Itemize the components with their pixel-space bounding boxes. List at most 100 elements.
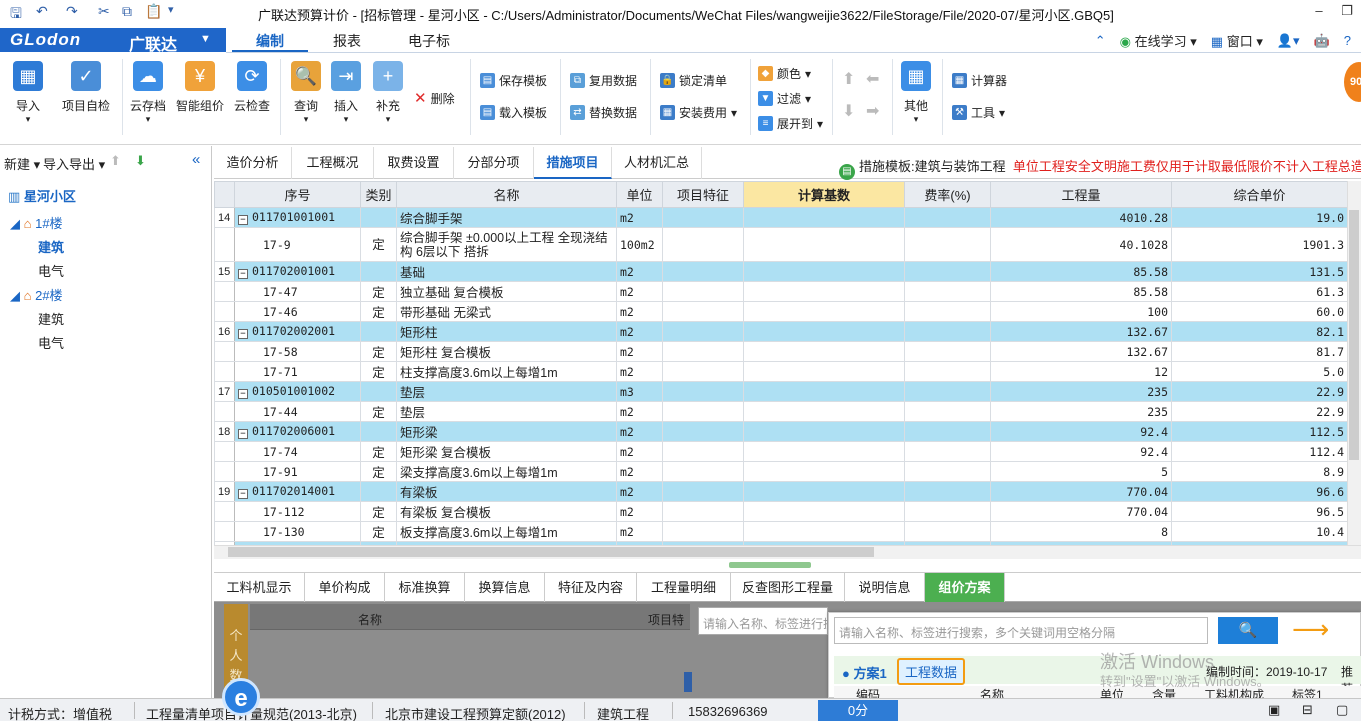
collapse-ribbon-icon[interactable]: ⌃ xyxy=(1095,33,1106,49)
cell-calc-base[interactable] xyxy=(743,321,905,342)
view-icon-3[interactable]: ▢ xyxy=(1336,702,1348,718)
cell-price[interactable]: 1901.3 xyxy=(1171,227,1347,262)
cell-name[interactable]: 矩形柱 xyxy=(396,321,617,342)
cloud-save-button[interactable]: ☁ 云存档 ▾ xyxy=(128,61,168,125)
view-icon-1[interactable]: ▣ xyxy=(1268,702,1280,718)
insert-button[interactable]: ⇥ 插入 ▾ xyxy=(328,61,364,125)
cell-unit[interactable]: m2 xyxy=(616,521,663,542)
minimize-button[interactable]: – xyxy=(1305,0,1333,24)
cell-feature[interactable] xyxy=(662,261,744,282)
cell-type[interactable]: 定 xyxy=(360,361,397,382)
cell-name[interactable]: 矩形柱 复合模板 xyxy=(396,341,617,362)
cell-type[interactable] xyxy=(360,481,397,502)
score-badge[interactable]: 0分 xyxy=(818,700,898,721)
cell-feature[interactable] xyxy=(662,281,744,302)
menu-tab-report[interactable]: 报表 xyxy=(333,31,361,51)
cell-rate[interactable] xyxy=(904,521,991,542)
cell-rate[interactable] xyxy=(904,441,991,462)
arrow-right-icon[interactable]: ➡ xyxy=(866,101,879,121)
tab-qty-detail[interactable]: 工程量明细 xyxy=(637,573,731,603)
cell-code[interactable]: 17-9 xyxy=(234,227,361,262)
load-template-button[interactable]: ▤ 载入模板 xyxy=(480,104,547,121)
cell-code[interactable]: −011702014001 xyxy=(234,481,361,502)
table-row[interactable]: 16−011702002001 矩形柱 m2 132.67 82.1 xyxy=(214,321,1347,342)
table-row[interactable]: 17-9 定综合脚手架 ±0.000以上工程 全现浇结构 6层以下 搭拆 100m2… xyxy=(214,227,1347,262)
col-seq[interactable]: 序号 xyxy=(234,181,361,208)
tree-node-building-2[interactable]: ◢ ⌂ 2#楼 xyxy=(10,285,63,304)
import-export-menu[interactable]: 导入导出 ▾ xyxy=(43,154,105,173)
cell-calc-base[interactable] xyxy=(743,381,905,402)
paste-icon[interactable]: 📋 xyxy=(145,3,162,20)
col-type[interactable]: 类别 xyxy=(360,181,397,208)
cell-code[interactable]: 17-91 xyxy=(234,461,361,482)
cell-qty[interactable]: 770.04 xyxy=(990,501,1172,522)
cell-price[interactable]: 131.5 xyxy=(1171,261,1347,282)
cell-feature[interactable] xyxy=(662,401,744,422)
cell-price[interactable]: 22.9 xyxy=(1171,381,1347,402)
restore-button[interactable]: ❐ xyxy=(1333,0,1361,24)
col-name[interactable]: 名称 xyxy=(396,181,617,208)
cell-type[interactable] xyxy=(360,321,397,342)
cell-price[interactable]: 96.6 xyxy=(1171,481,1347,502)
cell-code[interactable]: −011702001001 xyxy=(234,261,361,282)
cell-type[interactable] xyxy=(360,381,397,402)
cell-rate[interactable] xyxy=(904,361,991,382)
row-number[interactable] xyxy=(214,521,235,542)
cell-unit[interactable]: m2 xyxy=(616,281,663,302)
cell-qty[interactable]: 235 xyxy=(990,381,1172,402)
cell-unit[interactable]: m3 xyxy=(616,381,663,402)
save-template-button[interactable]: ▤ 保存模板 xyxy=(480,72,547,89)
app-menu-logo[interactable]: GLodon 广联达 ▼ xyxy=(0,28,226,54)
expand-to-button[interactable]: ≡ 展开到 ▾ xyxy=(758,115,823,132)
window-menu[interactable]: ▦ 窗口 ▾ xyxy=(1211,31,1263,50)
cell-type[interactable]: 定 xyxy=(360,521,397,542)
tab-pricing-plan[interactable]: 组价方案 xyxy=(925,573,1005,603)
row-number[interactable]: 18 xyxy=(214,421,235,442)
cell-feature[interactable] xyxy=(662,341,744,362)
vertical-scroll-thumb[interactable] xyxy=(1349,210,1359,460)
table-row[interactable]: 17-58 定矩形柱 复合模板 m2 132.67 81.7 xyxy=(214,341,1347,362)
cell-calc-base[interactable] xyxy=(743,421,905,442)
cell-price[interactable]: 8.9 xyxy=(1171,461,1347,482)
cell-calc-base[interactable] xyxy=(743,361,905,382)
cell-price[interactable]: 22.9 xyxy=(1171,401,1347,422)
cell-code[interactable]: 17-71 xyxy=(234,361,361,382)
tools-button[interactable]: ⚒ 工具 ▾ xyxy=(952,104,1005,121)
cell-price[interactable]: 81.7 xyxy=(1171,341,1347,362)
cell-code[interactable]: −011702002001 xyxy=(234,321,361,342)
collapse-panel-icon[interactable]: « xyxy=(192,151,200,168)
cell-feature[interactable] xyxy=(662,381,744,402)
left-search-input[interactable]: 请输入名称、标签进行搜 xyxy=(698,607,828,635)
cell-code[interactable]: 17-58 xyxy=(234,341,361,362)
cell-name[interactable]: 矩形梁 xyxy=(396,421,617,442)
cell-type[interactable]: 定 xyxy=(360,441,397,462)
move-down-icon[interactable]: ⬇ xyxy=(135,153,146,169)
arrow-up-icon[interactable]: ⬆ xyxy=(842,69,855,89)
cell-code[interactable]: 17-46 xyxy=(234,301,361,322)
cell-price[interactable]: 96.5 xyxy=(1171,501,1347,522)
tab-graphic-qty[interactable]: 反查图形工程量 xyxy=(731,573,845,603)
cell-feature[interactable] xyxy=(662,207,744,228)
online-learning[interactable]: ◉ 在线学习 ▾ xyxy=(1120,31,1197,50)
row-number[interactable]: 15 xyxy=(214,261,235,282)
tab-fee-setting[interactable]: 取费设置 xyxy=(374,147,454,179)
cell-qty[interactable]: 5 xyxy=(990,461,1172,482)
col-price[interactable]: 综合单价 xyxy=(1171,181,1347,208)
cell-qty[interactable]: 40.1028 xyxy=(990,227,1172,262)
cell-feature[interactable] xyxy=(662,501,744,522)
robot-icon[interactable]: 🤖 xyxy=(1314,33,1330,49)
project-check-button[interactable]: ✓ 项目自检 xyxy=(58,61,114,114)
table-row[interactable]: 17-71 定柱支撑高度3.6m以上每增1m m2 12 5.0 xyxy=(214,361,1347,382)
cell-name[interactable]: 有梁板 xyxy=(396,481,617,502)
other-button[interactable]: ▦ 其他 ▾ xyxy=(898,61,934,125)
table-row[interactable]: 17-47 定独立基础 复合模板 m2 85.58 61.3 xyxy=(214,281,1347,302)
panel-toggle-handle[interactable] xyxy=(684,672,692,692)
row-number[interactable] xyxy=(214,461,235,482)
table-row[interactable]: 14−011701001001 综合脚手架 m2 4010.28 19.0 xyxy=(214,207,1347,228)
calculator-button[interactable]: ▦ 计算器 xyxy=(952,72,1007,89)
cell-qty[interactable]: 92.4 xyxy=(990,441,1172,462)
cell-calc-base[interactable] xyxy=(743,461,905,482)
cell-rate[interactable] xyxy=(904,421,991,442)
cell-code[interactable]: 17-130 xyxy=(234,521,361,542)
collapse-icon[interactable]: − xyxy=(238,429,248,439)
